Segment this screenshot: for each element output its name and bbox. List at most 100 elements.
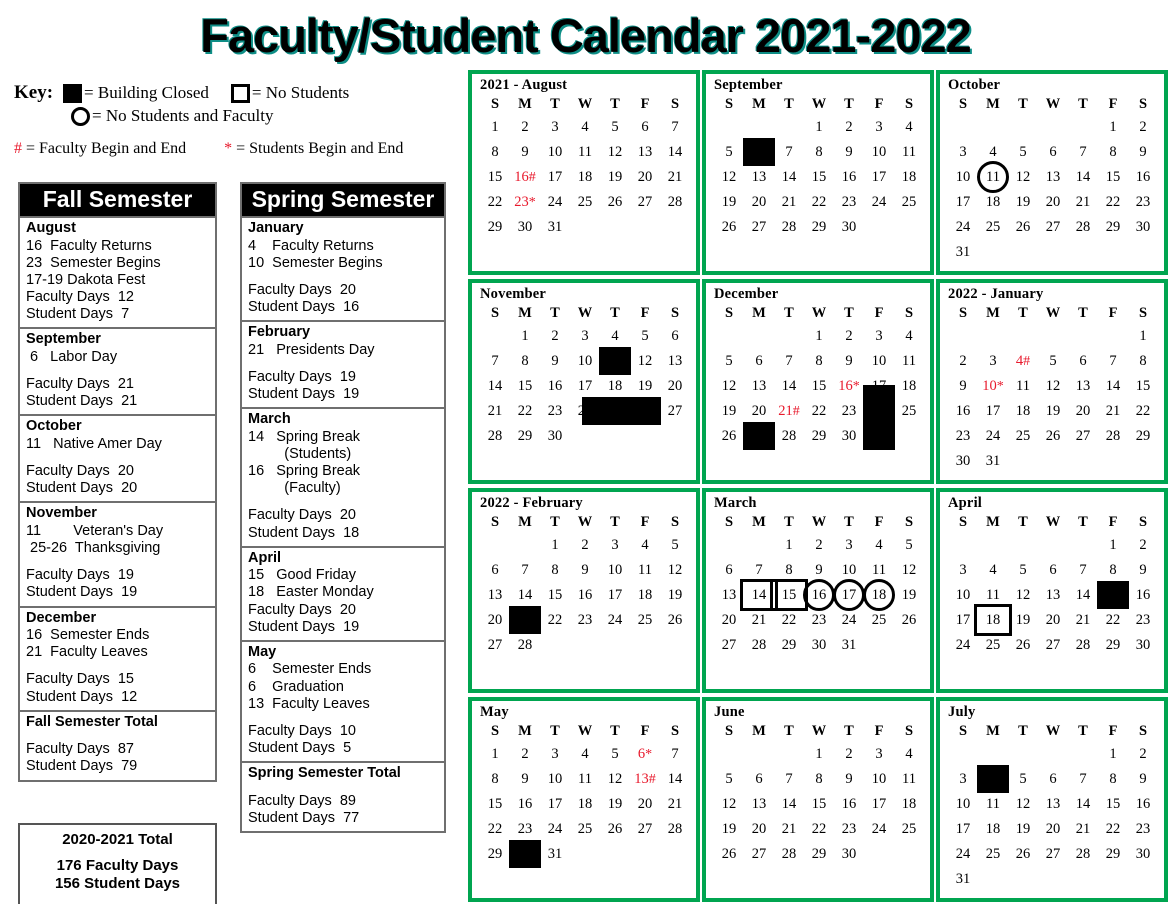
weekday-header-row: S M TWT F S: [714, 304, 924, 324]
weekday-header-5: F: [874, 722, 884, 739]
weekday-header-4: T: [1078, 513, 1088, 530]
weekday-header-6: S: [1138, 95, 1148, 112]
day-cell: 24: [985, 427, 1001, 444]
empty-day-cell: [1098, 324, 1128, 349]
month-day-grid: SMTWTFS123456789101112131415161718192021…: [480, 513, 690, 658]
week-row: 8 9 10 11 12 13# 14: [480, 767, 690, 792]
day-cell: 30: [547, 427, 563, 444]
day-cell: 19: [1015, 193, 1031, 210]
weekday-header-2: T: [784, 722, 794, 739]
week-row: 5 6 7 8 9 10 11: [714, 767, 924, 792]
day-cell: 15: [517, 377, 533, 394]
day-cell: 21: [751, 611, 767, 628]
day-cell: 7: [785, 143, 793, 160]
day-cell: 28: [517, 636, 533, 653]
page-title: Faculty/Student Calendar 2021-2022: [200, 9, 972, 62]
faculty-days-line: Faculty Days 20: [26, 463, 134, 480]
day-cell: 24: [871, 193, 887, 210]
week-row: 1: [948, 324, 1158, 349]
grand-total-title: 2020-2021 Total: [62, 831, 173, 848]
day-cell: 23: [1135, 611, 1151, 628]
faculty-days-line: Faculty Days 15: [26, 671, 134, 688]
week-row: 16 17 18 19 20 21 22: [948, 399, 1158, 424]
day-cell: 22: [781, 611, 797, 628]
empty-day-cell: [1068, 449, 1098, 474]
empty-day-cell: [1038, 867, 1068, 892]
weekday-header-6: S: [904, 722, 914, 739]
star-symbol-icon: *: [224, 140, 233, 157]
month-day-grid: S M T W T F S 1 2 3 4 5 6 7 8 9 10 11 12 13 14 15 16# 17 18 19 20 2…: [480, 95, 690, 240]
day-cell: 17: [547, 168, 563, 185]
day-cell-building-closed: 27: [744, 424, 774, 449]
day-cell: 25: [577, 193, 593, 210]
day-cell: 14: [1075, 586, 1091, 603]
day-cell: 19: [607, 795, 623, 812]
week-row: 22 23* 24 25 26 27 28: [480, 190, 690, 215]
day-cell: 30: [517, 218, 533, 235]
empty-day-cell: [864, 633, 894, 658]
day-cell: 28: [1075, 636, 1091, 653]
month-title: November: [480, 286, 547, 302]
day-cell: 23: [841, 402, 857, 419]
calendar-page: Faculty/Student Calendar 2021-2022 Key: …: [0, 0, 1171, 904]
day-cell: 18: [901, 377, 917, 394]
semester-month-block: October 11 Native Amer Day Faculty Days 20…: [20, 416, 215, 504]
weekday-header-4: T: [844, 304, 854, 321]
day-cell: 3: [959, 143, 967, 160]
legend-key-label: Key:: [14, 82, 54, 103]
day-cell: 6: [641, 118, 649, 135]
empty-day-cell: [1038, 533, 1068, 558]
day-cell: 16: [577, 586, 593, 603]
day-cell: 23: [1135, 193, 1151, 210]
day-cell: 12: [721, 377, 737, 394]
semester-event-line: 13 Faculty Leaves: [248, 695, 370, 712]
legend-row-symbols: # = Faculty Begin and End * = Students B…: [14, 140, 454, 158]
empty-day-cell: [744, 115, 774, 140]
day-cell: 3: [989, 352, 997, 369]
empty-day-cell: [600, 424, 630, 449]
day-cell: 5: [1019, 561, 1027, 578]
weekday-header-row: S M TWT F S: [948, 513, 1158, 533]
month-day-grid: SMTWTFS123456789101112131415161718192021…: [948, 722, 1158, 892]
week-row: 1 2 3 4 5 6* 7: [480, 742, 690, 767]
day-cell: 4: [611, 327, 619, 344]
day-cell: 9: [551, 352, 559, 369]
empty-day-cell: [1038, 240, 1068, 265]
day-cell: 18: [1015, 402, 1031, 419]
weekday-header-6: S: [670, 304, 680, 321]
semester-block-title: December: [26, 609, 97, 626]
week-row: 17 18 19 20 21 22 23: [948, 190, 1158, 215]
day-cell: 3: [875, 118, 883, 135]
day-cell: 22: [1105, 193, 1121, 210]
day-cell: 19: [721, 193, 737, 210]
day-cell: 16: [841, 795, 857, 812]
empty-day-cell: [714, 115, 744, 140]
day-cell: 3: [875, 327, 883, 344]
day-cell: 8: [521, 352, 529, 369]
day-cell: 2: [959, 352, 967, 369]
weekday-header-2: T: [784, 513, 794, 530]
month-title: May: [480, 704, 509, 720]
weekday-header-6: S: [904, 304, 914, 321]
day-cell: 12: [1015, 795, 1031, 812]
day-cell: 11: [986, 795, 1000, 812]
month-card: NovemberSMTWTFS1234567891011121314151617…: [468, 279, 700, 484]
weekday-header-0: S: [724, 304, 734, 321]
day-cell: 20: [487, 611, 503, 628]
day-cell: 25: [985, 218, 1001, 235]
week-row: 15 16# 17 18 19 20 21: [480, 165, 690, 190]
day-cell-no-students: 15: [774, 583, 804, 608]
week-row: 31: [948, 240, 1158, 265]
semester-block-spacer: [26, 661, 210, 671]
day-cell: 15: [487, 168, 503, 185]
day-cell: 16: [1135, 795, 1151, 812]
empty-day-cell: [1128, 449, 1158, 474]
empty-day-cell: [774, 115, 804, 140]
weekday-header-4: T: [844, 95, 854, 112]
empty-day-cell: [948, 533, 978, 558]
month-title: September: [714, 77, 783, 93]
empty-day-cell: [510, 533, 540, 558]
spring-semester-panel: Spring Semester January 4 Faculty Returns…: [240, 182, 446, 833]
day-cell: 25: [985, 845, 1001, 862]
day-cell: 3: [959, 561, 967, 578]
